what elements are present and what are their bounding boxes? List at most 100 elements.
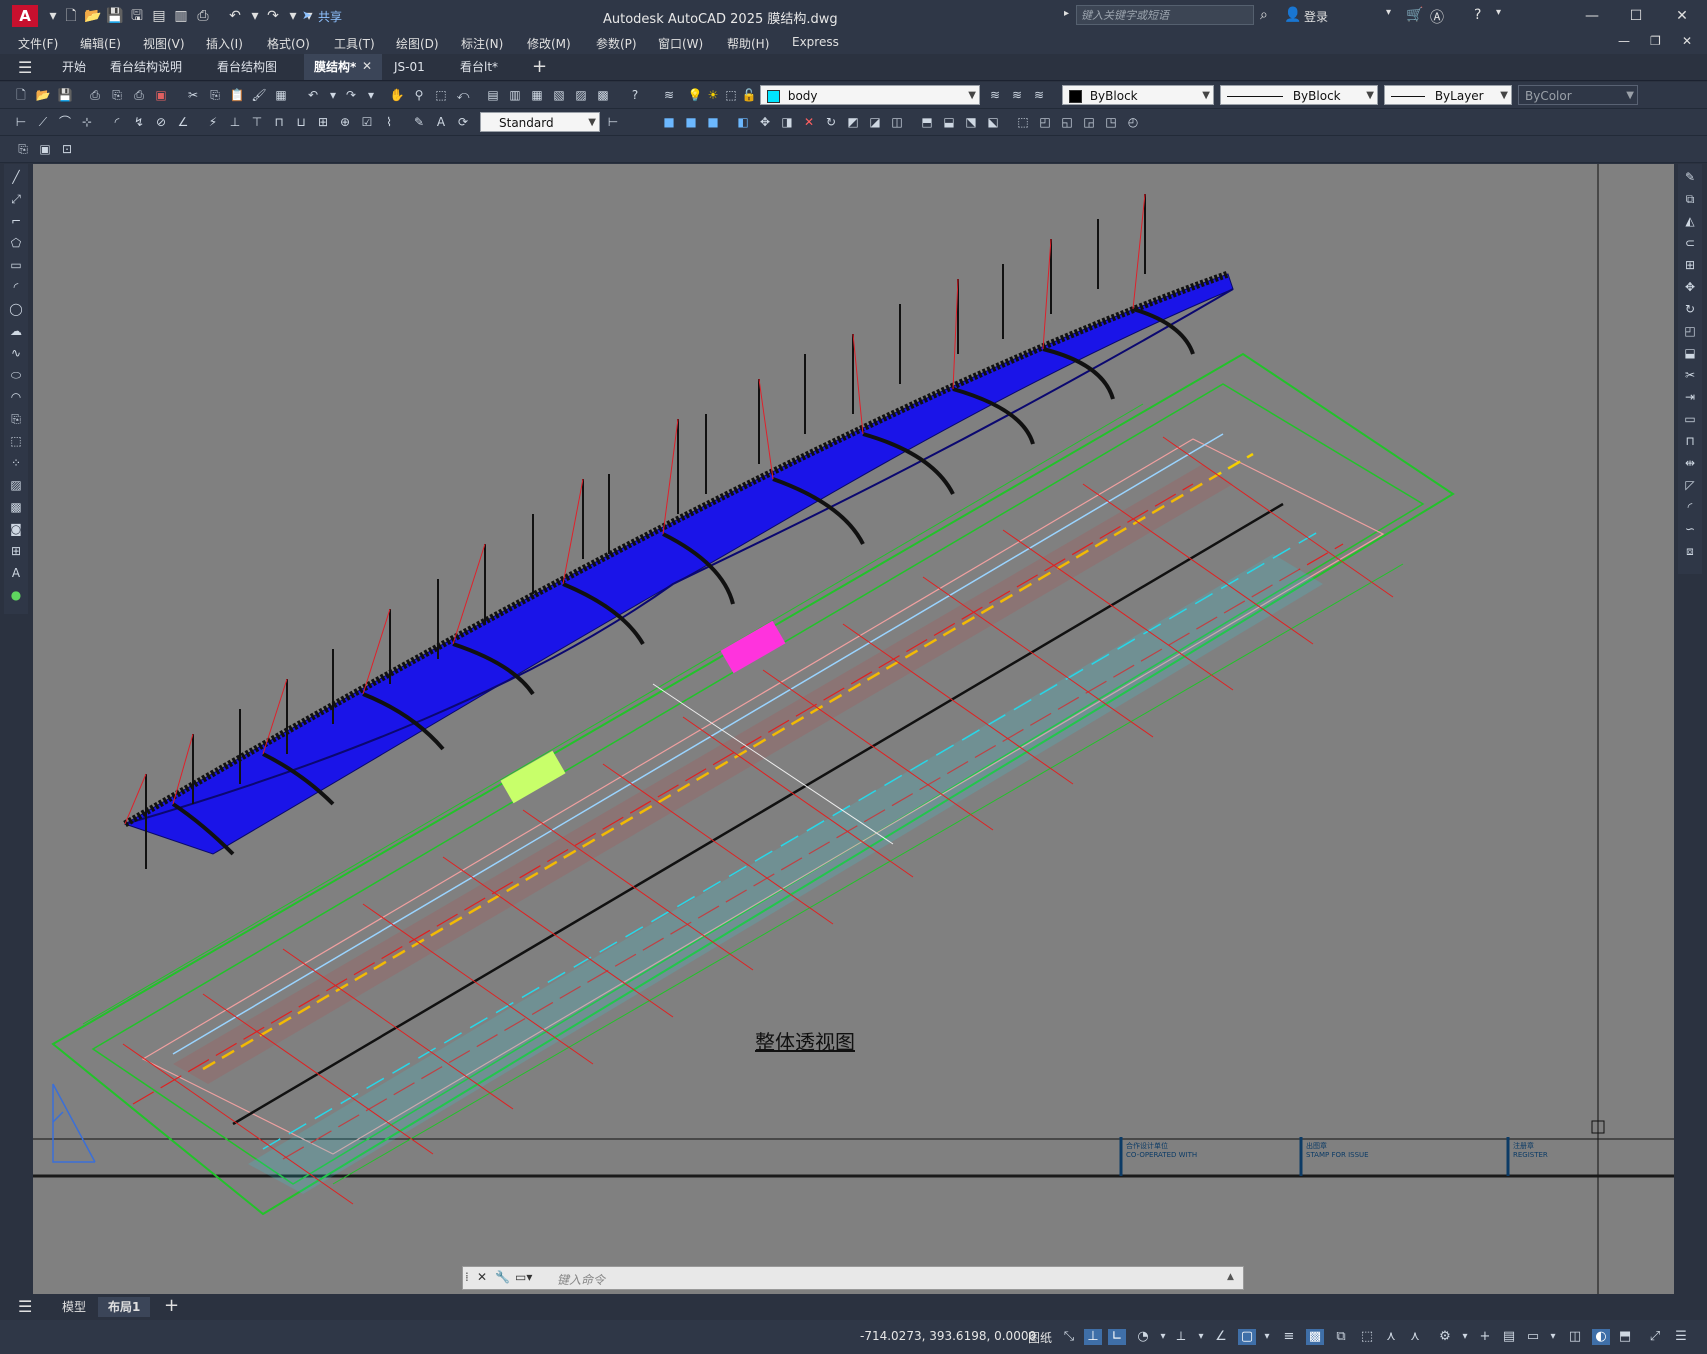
undo-dropdown-icon[interactable]: ▾ <box>246 7 264 25</box>
shell-icon[interactable]: ⬕ <box>984 113 1002 131</box>
menu-view[interactable]: 视图(V) <box>143 35 185 52</box>
undo-icon[interactable]: ↶ <box>226 7 244 25</box>
open-from-web-icon[interactable]: ▤ <box>150 7 168 25</box>
menu-tools[interactable]: 工具(T) <box>334 35 375 52</box>
save-icon[interactable]: 💾 <box>56 86 74 104</box>
paper-space-toggle[interactable]: 图纸 <box>1028 1329 1052 1346</box>
thicken-icon[interactable]: ◴ <box>1124 113 1142 131</box>
drawing-viewport[interactable]: 整体透视图 合作设计单位 CO-OPERATED WITH 出图章 STAMP … <box>33 164 1674 1294</box>
fillet-icon[interactable]: ◜ <box>1681 498 1699 516</box>
dim-update-icon[interactable]: ⟳ <box>454 113 472 131</box>
offset-icon[interactable]: ⊂ <box>1681 234 1699 252</box>
rectangle-icon[interactable]: ▭ <box>7 256 25 274</box>
linetype-select[interactable]: ByBlock ▼ <box>1220 85 1378 105</box>
break-at-point-icon[interactable]: ▭ <box>1681 410 1699 428</box>
mirror-icon[interactable]: ◭ <box>1681 212 1699 230</box>
extend-icon[interactable]: ⇥ <box>1681 388 1699 406</box>
search-expand-icon[interactable]: ▸ <box>1064 8 1069 19</box>
add-selected-icon[interactable]: ● <box>7 586 25 604</box>
layer-select[interactable]: body ▼ <box>760 85 980 105</box>
redo-icon[interactable]: ↷ <box>264 7 282 25</box>
revision-cloud-icon[interactable]: ☁ <box>7 322 25 340</box>
layer-viewport-icon[interactable]: ⬚ <box>722 86 740 104</box>
lineweight-select[interactable]: ByLayer ▼ <box>1384 85 1512 105</box>
check-solid-icon[interactable]: ⬚ <box>1014 113 1032 131</box>
delete-faces-icon[interactable]: ✕ <box>800 113 818 131</box>
redo-icon[interactable]: ↷ <box>342 86 360 104</box>
imprint-icon[interactable]: ⬒ <box>918 113 936 131</box>
arc-icon[interactable]: ◜ <box>7 278 25 296</box>
layout-view-icon[interactable]: ▭ <box>1524 1329 1542 1345</box>
dim-style-manager-icon[interactable]: ⊢ <box>604 113 622 131</box>
linear-dim-icon[interactable]: ⊢ <box>12 113 30 131</box>
tab-start[interactable]: 开始 <box>52 54 96 80</box>
properties-icon[interactable]: ▤ <box>484 86 502 104</box>
plotstyle-select[interactable]: ByColor ▼ <box>1518 85 1638 105</box>
doc-minimize-icon[interactable]: — <box>1618 34 1630 48</box>
dim-space-icon[interactable]: ⊓ <box>270 113 288 131</box>
app-menu-chevron-icon[interactable]: ▾ <box>44 7 62 25</box>
design-center-icon[interactable]: ▥ <box>506 86 524 104</box>
stretch-icon[interactable]: ⬓ <box>1681 344 1699 362</box>
share-button[interactable]: 共享 <box>318 8 342 25</box>
layer-freeze-icon[interactable]: ☀ <box>704 86 722 104</box>
block-attribute-icon[interactable]: ⊡ <box>58 140 76 158</box>
quick-properties-icon[interactable]: ▤ <box>1500 1329 1518 1345</box>
auto-scale-icon[interactable]: ⋏ <box>1406 1329 1424 1345</box>
polyline-icon[interactable]: ⌐ <box>7 212 25 230</box>
mtext-icon[interactable]: A <box>7 564 25 582</box>
plot-preview-icon[interactable]: ⎘ <box>108 86 126 104</box>
block-editor-icon[interactable]: ▦ <box>272 86 290 104</box>
inspection-icon[interactable]: ☑ <box>358 113 376 131</box>
tool-palettes-icon[interactable]: ▦ <box>528 86 546 104</box>
cart-icon[interactable]: 🛒 <box>1406 7 1423 23</box>
copy-icon[interactable]: ⎘ <box>206 86 224 104</box>
menu-express[interactable]: Express <box>792 35 839 49</box>
quick-dim-icon[interactable]: ⚡ <box>204 113 222 131</box>
workspace-gear-icon[interactable]: ⚙ <box>1436 1329 1454 1345</box>
calculator-icon[interactable]: ▩ <box>594 86 612 104</box>
extrude-faces-icon[interactable]: ◧ <box>734 113 752 131</box>
command-input[interactable]: 键入命令 <box>557 1271 605 1288</box>
menu-format[interactable]: 格式(O) <box>267 35 310 52</box>
customization-menu-icon[interactable]: ☰ <box>1672 1329 1690 1345</box>
autodesk-account-icon[interactable]: Ⓐ <box>1430 7 1444 27</box>
minimize-icon[interactable]: — <box>1574 4 1610 28</box>
new-layout-plus-icon[interactable]: + <box>164 1295 179 1316</box>
model-space-icon[interactable]: ⤡ <box>1060 1329 1078 1345</box>
menu-help[interactable]: 帮助(H) <box>727 35 769 52</box>
dim-text-edit-icon[interactable]: A <box>432 113 450 131</box>
intersect-icon[interactable]: ■ <box>704 113 722 131</box>
chamfer-icon[interactable]: ◸ <box>1681 476 1699 494</box>
interfere-icon[interactable]: ◳ <box>1102 113 1120 131</box>
transparency-icon[interactable]: ▩ <box>1306 1329 1324 1345</box>
login-button[interactable]: 登录 <box>1304 8 1328 25</box>
help-icon[interactable]: ? <box>626 86 644 104</box>
layout-view-dropdown-icon[interactable]: ▾ <box>1544 1329 1562 1345</box>
layer-on-icon[interactable]: 💡 <box>686 86 704 104</box>
scale-icon[interactable]: ◰ <box>1681 322 1699 340</box>
table-icon[interactable]: ⊞ <box>7 542 25 560</box>
object-snap-dropdown-icon[interactable]: ▾ <box>1258 1329 1276 1345</box>
gradient-icon[interactable]: ▩ <box>7 498 25 516</box>
clean-icon[interactable]: ⬓ <box>940 113 958 131</box>
menu-edit[interactable]: 编辑(E) <box>80 35 121 52</box>
dim-style-select[interactable]: Standard ▼ <box>480 112 600 132</box>
tab-stand-structure-drawing[interactable]: 看台结构图 <box>207 54 287 80</box>
point-icon[interactable]: ⁘ <box>7 454 25 472</box>
region-icon[interactable]: ◙ <box>7 520 25 538</box>
join-icon[interactable]: ⇹ <box>1681 454 1699 472</box>
hamburger-menu-icon[interactable]: ☰ <box>18 1297 32 1316</box>
search-icon[interactable]: ⌕ <box>1260 7 1268 23</box>
menu-window[interactable]: 窗口(W) <box>658 35 703 52</box>
menu-insert[interactable]: 插入(I) <box>206 35 243 52</box>
annotation-monitor-icon[interactable]: + <box>1476 1329 1494 1345</box>
extract-edges-icon[interactable]: ◰ <box>1036 113 1054 131</box>
command-history-icon[interactable]: ▲ <box>1227 1272 1234 1282</box>
help-icon[interactable]: ? <box>1474 7 1481 23</box>
slice-icon[interactable]: ◱ <box>1058 113 1076 131</box>
menu-modify[interactable]: 修改(M) <box>527 35 571 52</box>
break-icon[interactable]: ⊓ <box>1681 432 1699 450</box>
save-to-web-icon[interactable]: ▥ <box>172 7 190 25</box>
markup-icon[interactable]: ▨ <box>572 86 590 104</box>
